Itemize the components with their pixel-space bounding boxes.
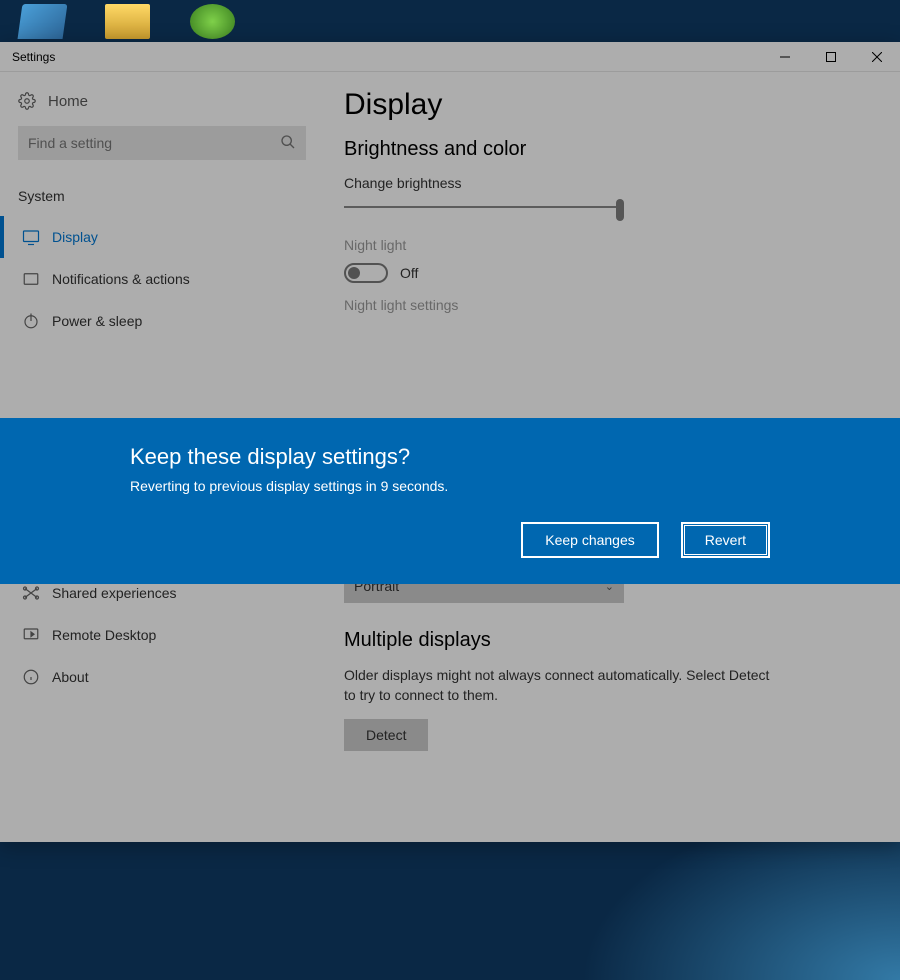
dialog-title: Keep these display settings?: [130, 444, 770, 470]
desktop-icons: [0, 0, 255, 39]
dialog-message: Reverting to previous display settings i…: [130, 478, 770, 494]
desktop-icon-folder[interactable]: [105, 4, 150, 39]
dialog-buttons: Keep changes Revert: [130, 522, 770, 558]
desktop-icon-computer[interactable]: [18, 4, 68, 39]
keep-settings-dialog: Keep these display settings? Reverting t…: [0, 418, 900, 584]
keep-changes-button[interactable]: Keep changes: [521, 522, 659, 558]
revert-button[interactable]: Revert: [681, 522, 770, 558]
desktop-icon-app[interactable]: [190, 4, 235, 39]
